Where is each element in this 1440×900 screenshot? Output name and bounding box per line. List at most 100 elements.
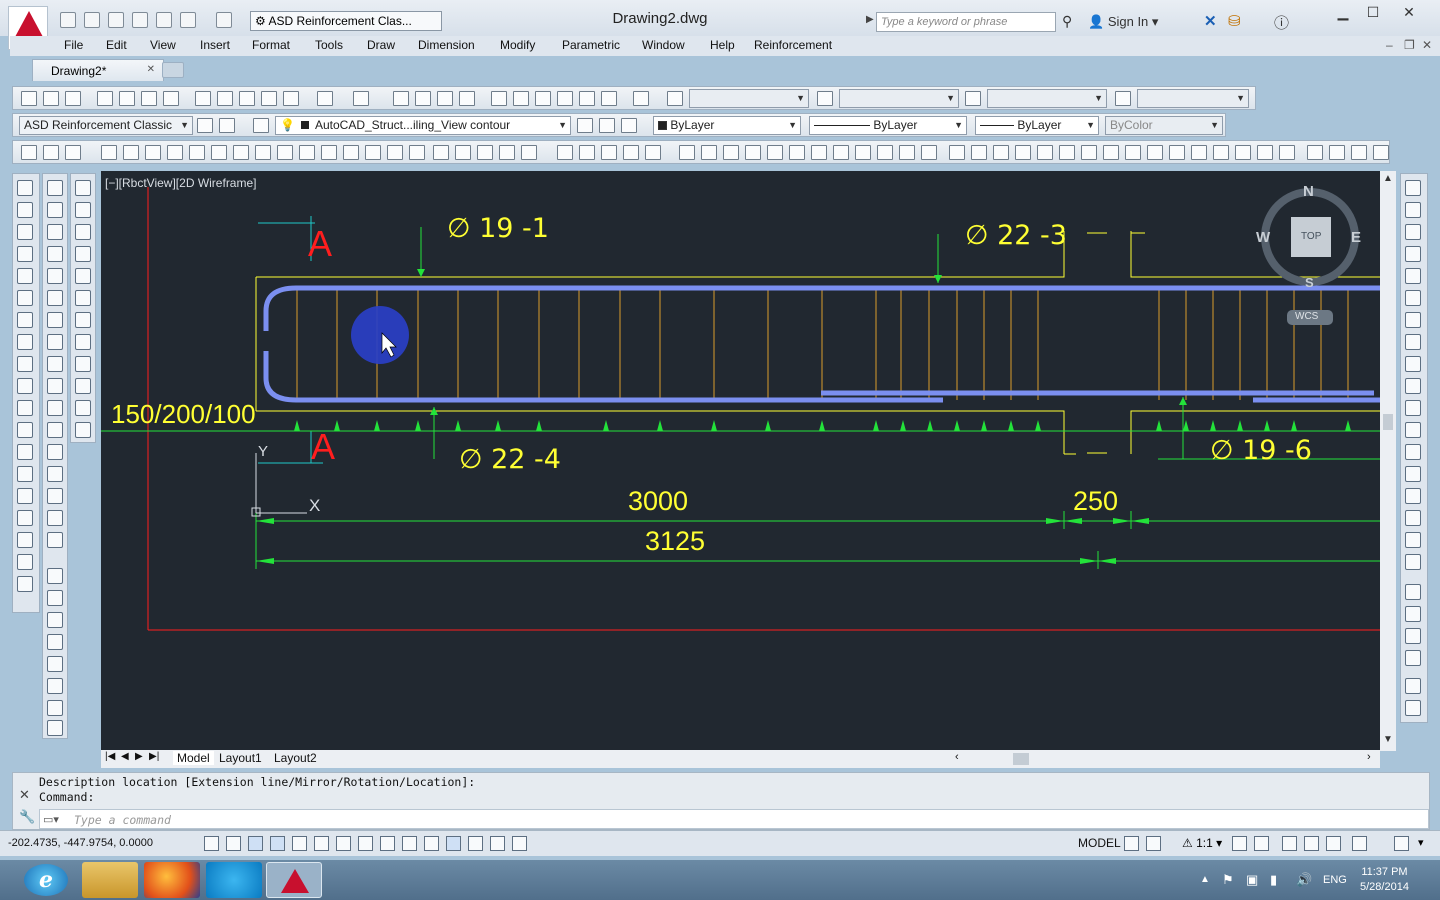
rebar-palette-1-icon[interactable] bbox=[47, 180, 63, 196]
hardware-acceleration-icon[interactable] bbox=[1326, 836, 1341, 851]
draw-tool-6-icon[interactable] bbox=[789, 145, 805, 160]
blend-curves-icon[interactable] bbox=[1405, 532, 1421, 548]
detail-palette-11-icon[interactable] bbox=[75, 400, 91, 416]
rebar-palette-24-icon[interactable] bbox=[47, 700, 63, 716]
draw-tool-8-icon[interactable] bbox=[833, 145, 849, 160]
rebar-palette-19-icon[interactable] bbox=[47, 590, 63, 606]
make-block-icon[interactable] bbox=[17, 444, 33, 460]
line-icon[interactable] bbox=[17, 180, 33, 196]
table-icon[interactable] bbox=[17, 554, 33, 570]
command-input[interactable]: Type a command bbox=[39, 809, 1429, 829]
workspace-combo[interactable]: ASD Reinforcement Classic ▼ bbox=[19, 116, 193, 135]
edit-tool-1-icon[interactable] bbox=[557, 145, 573, 160]
rebar-tool-18-icon[interactable] bbox=[409, 145, 425, 160]
modify-tool-15-icon[interactable] bbox=[1257, 145, 1273, 160]
text-style-select[interactable]: ▼ bbox=[689, 89, 809, 108]
menu-format[interactable]: Format bbox=[252, 38, 290, 52]
array-icon[interactable] bbox=[1405, 268, 1421, 284]
polar-tracking-icon[interactable] bbox=[292, 836, 307, 851]
dim-style-icon[interactable] bbox=[817, 91, 833, 106]
infer-constraints-icon[interactable] bbox=[204, 836, 219, 851]
chamfer-icon[interactable] bbox=[1405, 488, 1421, 504]
rebar-palette-15-icon[interactable] bbox=[47, 488, 63, 504]
sheet-set-icon[interactable] bbox=[557, 91, 573, 106]
utility-tool-2-icon[interactable] bbox=[1329, 145, 1345, 160]
3d-object-snap-icon[interactable] bbox=[336, 836, 351, 851]
modify-tool-6-icon[interactable] bbox=[1059, 145, 1075, 160]
revision-cloud-icon[interactable] bbox=[17, 334, 33, 350]
draw-tool-9-icon[interactable] bbox=[855, 145, 871, 160]
plotstyle-select[interactable]: ByColor ▼ bbox=[1105, 116, 1223, 135]
draw-tool-10-icon[interactable] bbox=[877, 145, 893, 160]
workspace-select[interactable]: ⚙ ASD Reinforcement Clas... bbox=[250, 11, 442, 31]
detail-palette-3-icon[interactable] bbox=[75, 224, 91, 240]
edit-tool-5-icon[interactable] bbox=[645, 145, 661, 160]
menu-view[interactable]: View bbox=[150, 38, 176, 52]
point-icon[interactable] bbox=[17, 466, 33, 482]
modify-tool-5-icon[interactable] bbox=[1037, 145, 1053, 160]
rebar-palette-13-icon[interactable] bbox=[47, 444, 63, 460]
new-icon[interactable] bbox=[21, 91, 37, 106]
layer-select[interactable]: 💡 AutoCAD_Struct...iling_View contour ▼ bbox=[275, 116, 571, 135]
lineweight-select[interactable]: ByLayer ▼ bbox=[975, 116, 1099, 135]
break-icon[interactable] bbox=[1405, 444, 1421, 460]
scroll-down-icon[interactable]: ▼ bbox=[1383, 734, 1393, 745]
redo-toolbar-icon[interactable] bbox=[353, 91, 369, 106]
fillet-icon[interactable] bbox=[1405, 510, 1421, 526]
detail-palette-8-icon[interactable] bbox=[75, 334, 91, 350]
view-tool-4-icon[interactable] bbox=[499, 145, 515, 160]
hscroll-right-icon[interactable]: › bbox=[1367, 751, 1371, 763]
redo-icon[interactable] bbox=[216, 12, 232, 28]
doc-minimize-button[interactable]: – bbox=[1386, 38, 1393, 52]
modify-tool-2-icon[interactable] bbox=[971, 145, 987, 160]
view-tool-3-icon[interactable] bbox=[477, 145, 493, 160]
skype-icon[interactable] bbox=[206, 862, 262, 898]
draworder-under-icon[interactable] bbox=[1405, 650, 1421, 666]
table-style-select[interactable]: ▼ bbox=[987, 89, 1107, 108]
modify-tool-13-icon[interactable] bbox=[1213, 145, 1229, 160]
detail-palette-4-icon[interactable] bbox=[75, 246, 91, 262]
modify-tool-8-icon[interactable] bbox=[1103, 145, 1119, 160]
network-icon[interactable]: ▮ bbox=[1270, 872, 1277, 888]
rebar-palette-7-icon[interactable] bbox=[47, 312, 63, 328]
rebar-palette-11-icon[interactable] bbox=[47, 400, 63, 416]
modify-tool-14-icon[interactable] bbox=[1235, 145, 1251, 160]
sign-in-button[interactable]: 👤 Sign In ▾ bbox=[1088, 14, 1158, 30]
block-editor-icon[interactable] bbox=[283, 91, 299, 106]
tab-layout1[interactable]: Layout1 bbox=[219, 751, 262, 765]
circle-icon[interactable] bbox=[17, 312, 33, 328]
new-file-icon[interactable] bbox=[60, 12, 76, 28]
offset-icon[interactable] bbox=[1405, 246, 1421, 262]
draw-tool-5-icon[interactable] bbox=[767, 145, 783, 160]
binoculars-icon[interactable]: ⚲ bbox=[1062, 13, 1072, 30]
multiline-text-icon[interactable] bbox=[17, 576, 33, 592]
clock[interactable]: 11:37 PM 5/28/2014 bbox=[1360, 865, 1409, 895]
properties-icon[interactable] bbox=[491, 91, 507, 106]
rebar-palette-10-icon[interactable] bbox=[47, 378, 63, 394]
modify-tool-12-icon[interactable] bbox=[1191, 145, 1207, 160]
detail-palette-2-icon[interactable] bbox=[75, 202, 91, 218]
rebar-tool-15-icon[interactable] bbox=[343, 145, 359, 160]
spline-icon[interactable] bbox=[17, 356, 33, 372]
detail-palette-1-icon[interactable] bbox=[75, 180, 91, 196]
hatch-icon[interactable] bbox=[17, 488, 33, 504]
new-tab-button[interactable] bbox=[162, 62, 184, 78]
undo-icon[interactable] bbox=[180, 12, 196, 28]
polygon-icon[interactable] bbox=[17, 246, 33, 262]
hatch-back-icon[interactable] bbox=[1405, 700, 1421, 716]
utility-tool-3-icon[interactable] bbox=[1351, 145, 1367, 160]
drawing-canvas[interactable]: [−][RbctView][2D Wireframe] A A ∅ 19 -1 … bbox=[101, 171, 1380, 751]
trim-icon[interactable] bbox=[1405, 378, 1421, 394]
dim-style-select[interactable]: ▼ bbox=[839, 89, 959, 108]
viewcube-north[interactable]: N bbox=[1303, 183, 1314, 200]
firefox-icon[interactable] bbox=[144, 862, 200, 898]
rebar-palette-2-icon[interactable] bbox=[47, 202, 63, 218]
text-front-icon[interactable] bbox=[1405, 678, 1421, 694]
wcs-label[interactable]: WCS bbox=[1295, 311, 1318, 322]
prev-layout-icon[interactable]: ◀ bbox=[121, 751, 129, 762]
save-as-icon[interactable] bbox=[132, 12, 148, 28]
break-at-point-icon[interactable] bbox=[1405, 422, 1421, 438]
rebar-tool-2-icon[interactable] bbox=[43, 145, 59, 160]
zoom-previous-icon[interactable] bbox=[459, 91, 475, 106]
rebar-palette-6-icon[interactable] bbox=[47, 290, 63, 306]
